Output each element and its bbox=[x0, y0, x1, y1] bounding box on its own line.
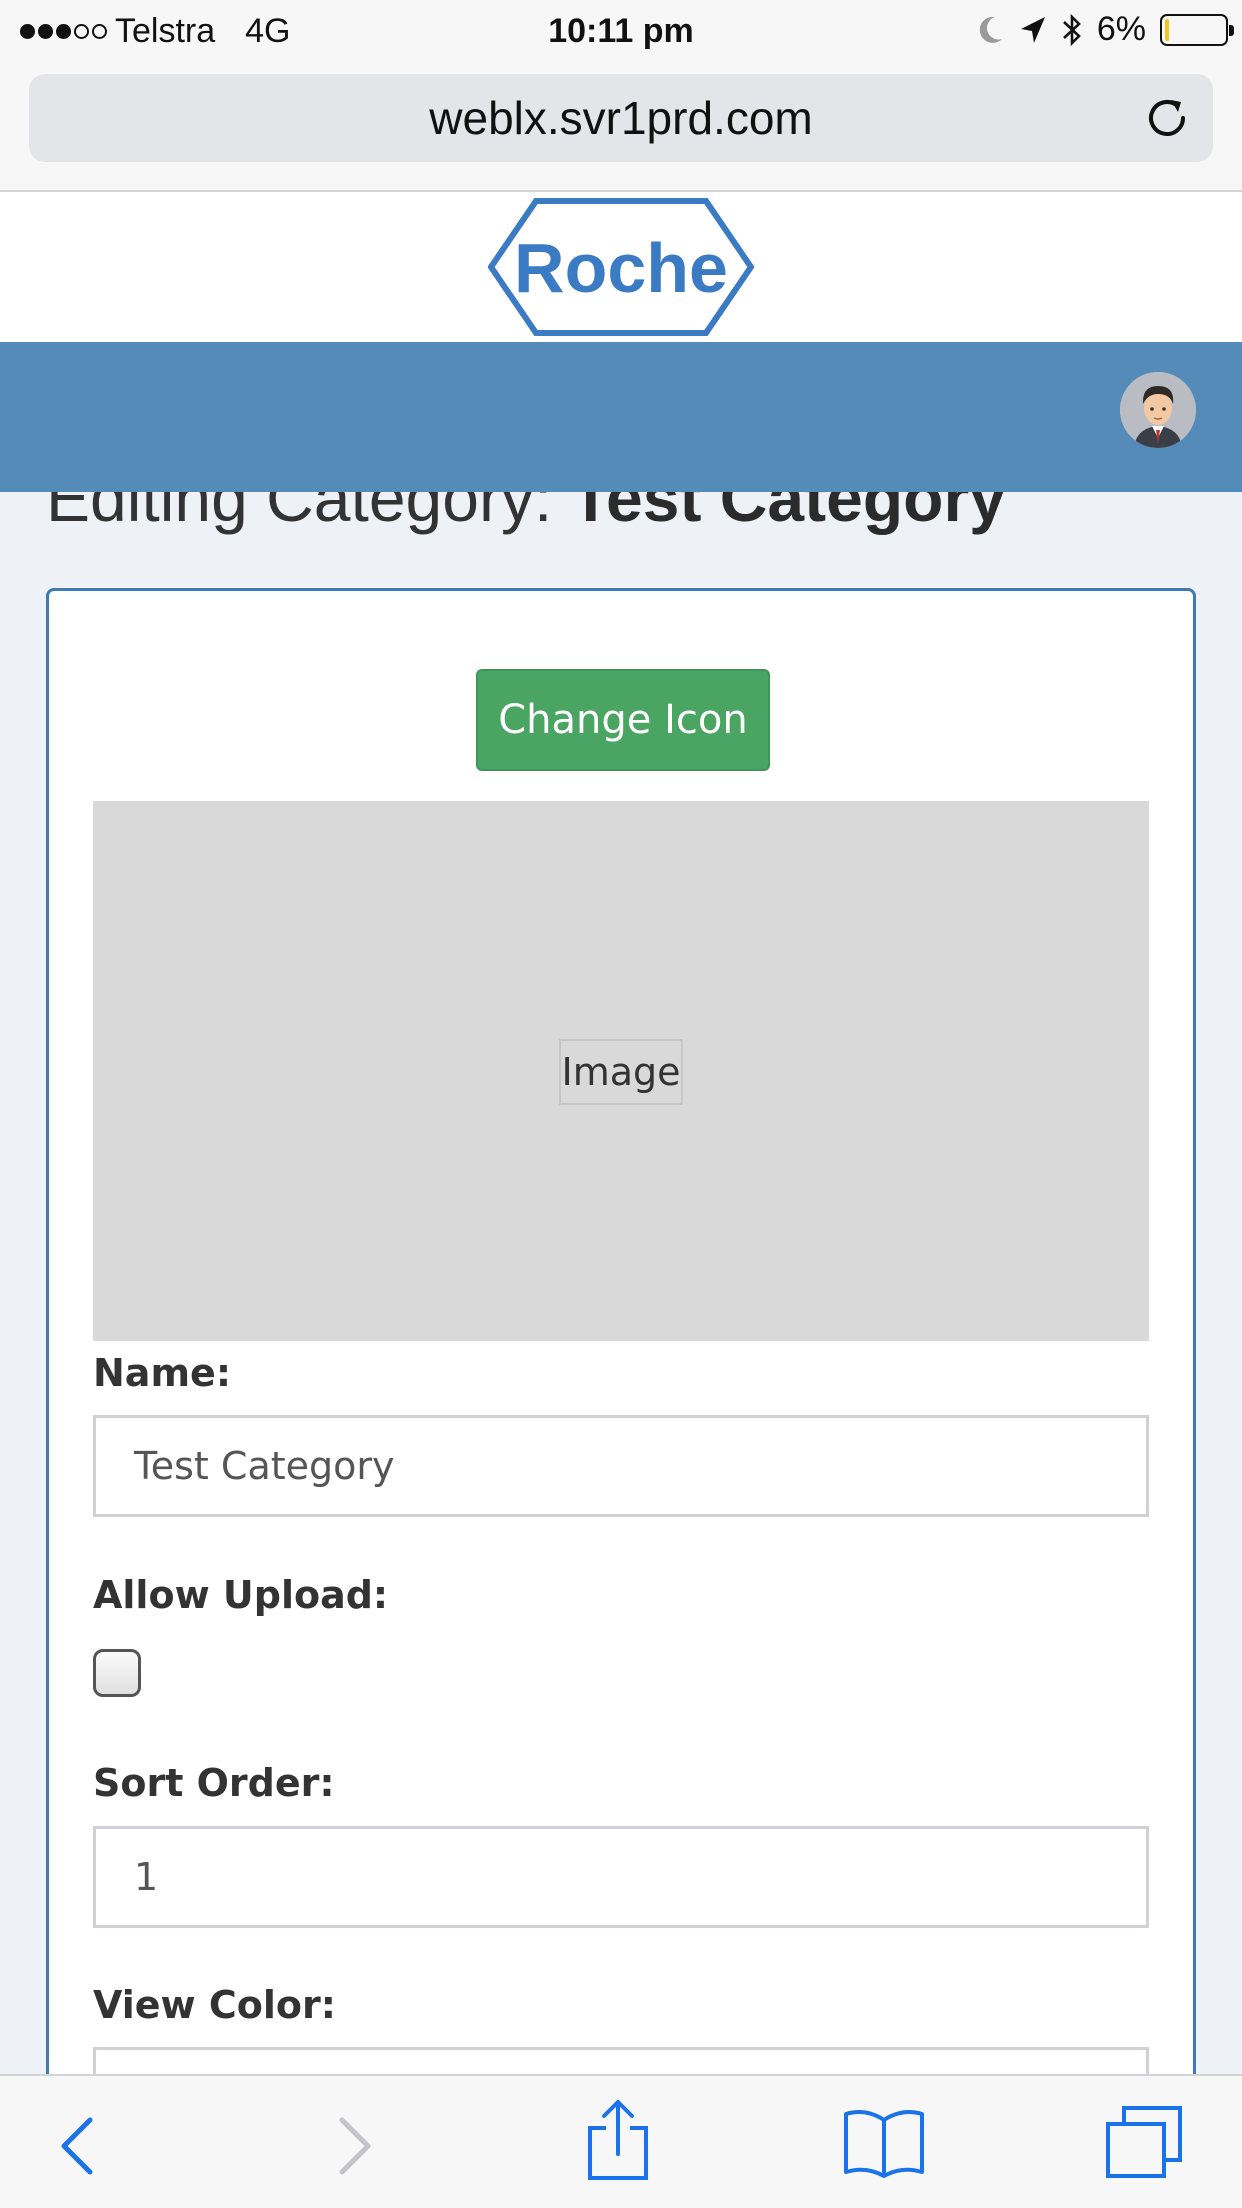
location-icon bbox=[1020, 16, 1045, 43]
icon-image-preview: Image bbox=[93, 801, 1149, 1341]
status-bar: Telstra 4G 10:11 pm 6% bbox=[0, 0, 1242, 62]
name-input[interactable]: Test Category bbox=[93, 1415, 1149, 1517]
view-color-label: View Color: bbox=[93, 1983, 336, 2027]
status-right: 6% bbox=[975, 10, 1234, 49]
sort-order-label: Sort Order: bbox=[93, 1761, 335, 1805]
nav-bar bbox=[0, 342, 1242, 492]
roche-logo[interactable]: Roche bbox=[488, 197, 754, 337]
browser-address-area: weblx.svr1prd.com bbox=[0, 62, 1242, 192]
browser-toolbar bbox=[0, 2074, 1242, 2208]
battery-level bbox=[1165, 18, 1169, 41]
reload-icon[interactable] bbox=[1143, 94, 1191, 142]
allow-upload-label: Allow Upload: bbox=[93, 1573, 389, 1617]
logo-header: Roche bbox=[0, 192, 1242, 342]
image-placeholder: Image bbox=[559, 1039, 683, 1105]
forward-icon[interactable] bbox=[334, 2116, 374, 2176]
bookmarks-icon[interactable] bbox=[842, 2106, 926, 2178]
back-icon[interactable] bbox=[58, 2116, 98, 2176]
edit-category-card: Change Icon Image Name: Test Category Al… bbox=[46, 588, 1196, 2208]
url-text: weblx.svr1prd.com bbox=[429, 92, 813, 144]
battery-percent: 6% bbox=[1096, 10, 1146, 48]
share-icon[interactable] bbox=[586, 2098, 650, 2182]
avatar-icon bbox=[1120, 372, 1196, 448]
change-icon-button[interactable]: Change Icon bbox=[476, 669, 770, 771]
do-not-disturb-icon bbox=[979, 16, 1002, 43]
bluetooth-icon bbox=[1062, 13, 1081, 46]
tabs-icon[interactable] bbox=[1104, 2104, 1184, 2180]
logo-text: Roche bbox=[514, 229, 728, 307]
name-label: Name: bbox=[93, 1351, 232, 1395]
sort-order-input[interactable]: 1 bbox=[93, 1826, 1149, 1928]
user-avatar[interactable] bbox=[1120, 372, 1196, 448]
battery-icon bbox=[1160, 13, 1234, 46]
url-bar[interactable]: weblx.svr1prd.com bbox=[29, 74, 1213, 162]
allow-upload-checkbox[interactable] bbox=[93, 1649, 141, 1697]
